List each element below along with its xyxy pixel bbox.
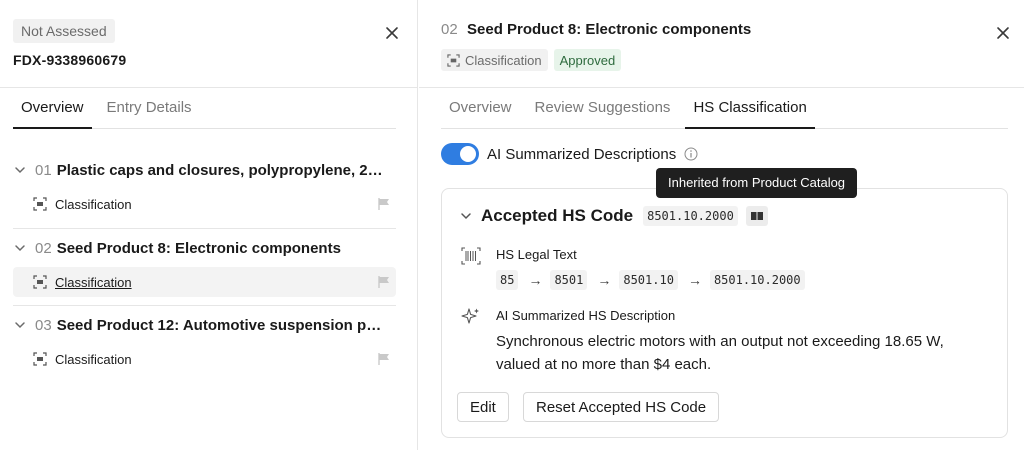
chevron-down-icon[interactable] [13, 318, 27, 332]
close-icon [997, 27, 1009, 39]
arrow-right-icon: → [597, 272, 612, 288]
classification-label: Classification [55, 351, 132, 367]
entry-number: 01 [35, 161, 52, 179]
tab-overview[interactable]: Overview [441, 88, 520, 128]
tab-overview[interactable]: Overview [13, 88, 92, 129]
ai-summary-toggle[interactable] [441, 143, 479, 165]
right-pane: 02 Seed Product 8: Electronic components… [419, 0, 1024, 450]
chevron-down-icon[interactable] [13, 163, 27, 177]
card-header: Accepted HS Code 8501.10.2000 [459, 206, 768, 226]
classification-chip: Classification [441, 49, 548, 71]
reference-id: FDX-9338960679 [13, 52, 127, 68]
classification-row[interactable]: Classification [13, 344, 396, 374]
arrow-right-icon: → [687, 272, 702, 288]
hs-path-chip: 8501 [550, 270, 588, 290]
page-title: Seed Product 8: Electronic components [467, 21, 752, 38]
edit-button[interactable]: Edit [457, 392, 509, 422]
entry-header[interactable]: 02 Seed Product 8: Electronic components [13, 235, 396, 261]
entry-number: 02 [35, 239, 52, 257]
scan-icon [33, 197, 47, 211]
scan-icon [447, 53, 460, 67]
entry-divider [13, 305, 396, 306]
scan-icon [33, 352, 47, 366]
toggle-knob [460, 146, 476, 162]
left-pane: Not Assessed FDX-9338960679 Overview Ent… [0, 0, 418, 450]
approved-badge: Approved [553, 49, 622, 71]
close-icon [386, 27, 398, 39]
hs-code-chip: 8501.10.2000 [643, 206, 738, 226]
reset-hs-code-button[interactable]: Reset Accepted HS Code [523, 392, 720, 422]
entry-title: Seed Product 12: Automotive suspension p… [56, 316, 387, 334]
toggle-label: AI Summarized Descriptions [487, 145, 677, 163]
hs-path: 85 → 8501 → 8501.10 → 8501.10.2000 [496, 270, 805, 290]
ai-description-title: AI Summarized HS Description [496, 308, 676, 323]
right-tabs: Overview Review Suggestions HS Classific… [441, 88, 1008, 129]
left-tabs: Overview Entry Details [13, 88, 396, 129]
entry-header[interactable]: 01 Plastic caps and closures, polypropyl… [13, 157, 396, 183]
entry-item: 02 Seed Product 8: Electronic components… [13, 235, 396, 297]
info-icon[interactable] [684, 147, 698, 161]
classification-row[interactable]: Classification [13, 267, 396, 297]
flag-icon[interactable] [377, 197, 391, 211]
entry-title: Seed Product 8: Electronic components [56, 239, 341, 257]
close-button[interactable] [993, 23, 1013, 43]
ai-description-text: Synchronous electric motors with an outp… [496, 333, 944, 373]
tab-review-suggestions[interactable]: Review Suggestions [527, 88, 679, 128]
entry-number: 03 [35, 316, 52, 334]
tab-entry-details[interactable]: Entry Details [99, 88, 200, 128]
entry-title: Plastic caps and closures, polypropylene… [56, 161, 387, 179]
hs-path-chip: 8501.10.2000 [709, 270, 805, 290]
legal-text-title: HS Legal Text [496, 247, 577, 262]
card-title: Accepted HS Code [481, 206, 634, 225]
scan-icon [33, 275, 47, 289]
entry-item: 01 Plastic caps and closures, polypropyl… [13, 157, 396, 219]
flag-icon[interactable] [377, 275, 391, 289]
flag-icon[interactable] [377, 352, 391, 366]
tab-hs-classification[interactable]: HS Classification [685, 88, 816, 129]
classification-row[interactable]: Classification [13, 189, 396, 219]
classification-label: Classification [55, 274, 132, 290]
entry-divider [13, 228, 396, 229]
hs-path-chip: 85 [496, 270, 519, 290]
entry-number: 02 [441, 21, 458, 38]
chevron-down-icon[interactable] [13, 241, 27, 255]
chip-row: Classification Approved [441, 49, 622, 71]
catalog-icon[interactable] [745, 206, 768, 226]
tooltip: Inherited from Product Catalog [656, 168, 858, 198]
accepted-hs-code-card: Accepted HS Code 8501.10.2000 HS Legal T… [441, 188, 1008, 438]
barcode-icon [460, 245, 482, 267]
classification-label: Classification [55, 196, 132, 212]
status-badge: Not Assessed [13, 19, 115, 43]
chevron-down-icon[interactable] [459, 209, 473, 223]
classification-chip-label: Classification [465, 52, 542, 68]
arrow-right-icon: → [528, 272, 543, 288]
ai-summary-toggle-row: AI Summarized Descriptions [441, 143, 698, 165]
entry-item: 03 Seed Product 12: Automotive suspensio… [13, 312, 396, 374]
hs-path-chip: 8501.10 [619, 270, 678, 290]
sparkle-icon [460, 306, 482, 328]
entry-header[interactable]: 03 Seed Product 12: Automotive suspensio… [13, 312, 396, 338]
close-button[interactable] [382, 23, 402, 43]
